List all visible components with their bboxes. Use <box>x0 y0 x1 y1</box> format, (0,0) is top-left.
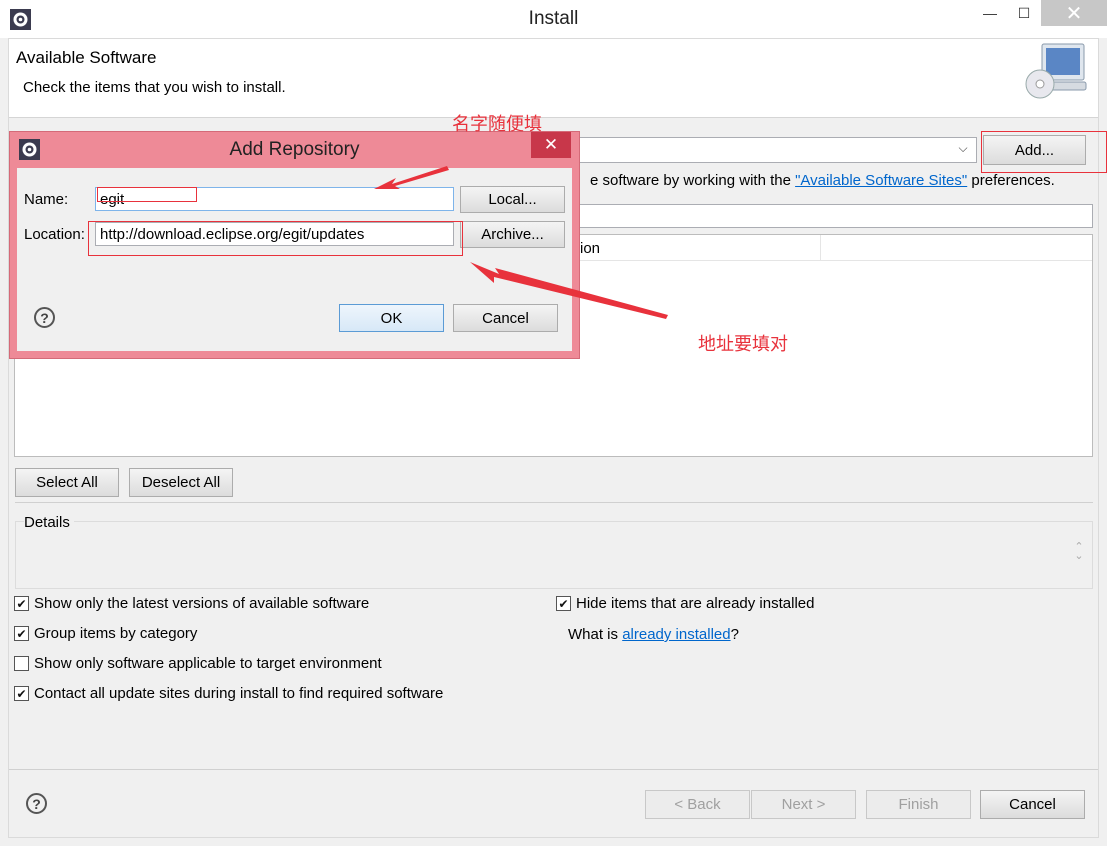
available-sites-text: e software by working with the "Availabl… <box>590 172 1055 189</box>
deselect-all-button[interactable]: Deselect All <box>129 468 233 497</box>
option-label: Hide items that are already installed <box>576 595 815 612</box>
location-label: Location: <box>24 226 85 243</box>
dialog-title: Add Repository <box>229 139 360 160</box>
hide-installed-option[interactable]: ✔ Hide items that are already installed <box>556 595 814 612</box>
back-button[interactable]: < Back <box>645 790 750 819</box>
add-button-highlight <box>981 131 1107 173</box>
name-annotation: 名字随便填 <box>452 114 542 135</box>
cancel-button[interactable]: Cancel <box>980 790 1085 819</box>
installed-prefix: What is <box>568 626 623 643</box>
help-icon[interactable]: ? <box>26 793 47 814</box>
local-button[interactable]: Local... <box>460 186 565 213</box>
already-installed-text: What is already installed? <box>568 626 739 643</box>
computer-install-icon <box>1025 43 1087 99</box>
details-scroll-icon[interactable]: ⌃ ⌄ <box>1071 542 1087 562</box>
minimize-button[interactable]: — <box>973 0 1007 26</box>
show-latest-versions-option[interactable]: ✔ Show only the latest versions of avail… <box>14 595 369 612</box>
checkbox[interactable]: ✔ <box>14 596 29 611</box>
option-label: Show only the latest versions of availab… <box>34 595 370 612</box>
ok-button[interactable]: OK <box>339 304 444 332</box>
filter-input[interactable] <box>565 204 1093 228</box>
page-title: Available Software <box>16 48 157 67</box>
sites-suffix: preferences. <box>967 172 1055 189</box>
checkbox[interactable]: ✔ <box>556 596 571 611</box>
name-label: Name: <box>24 191 69 208</box>
contact-update-sites-option[interactable]: ✔ Contact all update sites during instal… <box>14 685 443 702</box>
available-software-sites-link[interactable]: "Available Software Sites" <box>795 172 967 189</box>
work-with-combo[interactable] <box>565 137 977 163</box>
group-by-category-option[interactable]: ✔ Group items by category <box>14 625 197 642</box>
target-environment-option[interactable]: Show only software applicable to target … <box>14 655 382 672</box>
maximize-button[interactable]: ☐ <box>1007 0 1041 26</box>
page-description: Check the items that you wish to install… <box>23 79 286 96</box>
chevron-down-icon[interactable]: ⌵ <box>955 141 971 159</box>
divider <box>15 502 1093 503</box>
name-highlight <box>97 187 197 202</box>
details-label: Details <box>24 514 74 531</box>
checkbox[interactable] <box>14 656 29 671</box>
checkbox[interactable]: ✔ <box>14 626 29 641</box>
option-label: Show only software applicable to target … <box>34 655 382 672</box>
details-box <box>15 521 1093 589</box>
archive-button[interactable]: Archive... <box>460 221 565 248</box>
sites-prefix: e software by working with the <box>590 172 796 189</box>
help-icon[interactable]: ? <box>34 307 55 328</box>
column-divider[interactable] <box>820 235 821 261</box>
option-label: Contact all update sites during install … <box>34 685 444 702</box>
location-highlight <box>88 221 463 256</box>
checkbox[interactable]: ✔ <box>14 686 29 701</box>
location-annotation: 地址要填对 <box>698 334 788 355</box>
option-label: Group items by category <box>34 625 198 642</box>
installed-suffix: ? <box>730 626 739 643</box>
dialog-cancel-button[interactable]: Cancel <box>453 304 558 332</box>
select-all-button[interactable]: Select All <box>15 468 119 497</box>
next-button[interactable]: Next > <box>751 790 856 819</box>
already-installed-link[interactable]: already installed <box>622 626 730 643</box>
window-title: Install <box>528 8 579 29</box>
finish-button[interactable]: Finish <box>866 790 971 819</box>
divider <box>9 769 1098 770</box>
close-window-button[interactable]: ✕ <box>1041 0 1107 26</box>
version-column-header[interactable]: ion <box>580 240 600 257</box>
